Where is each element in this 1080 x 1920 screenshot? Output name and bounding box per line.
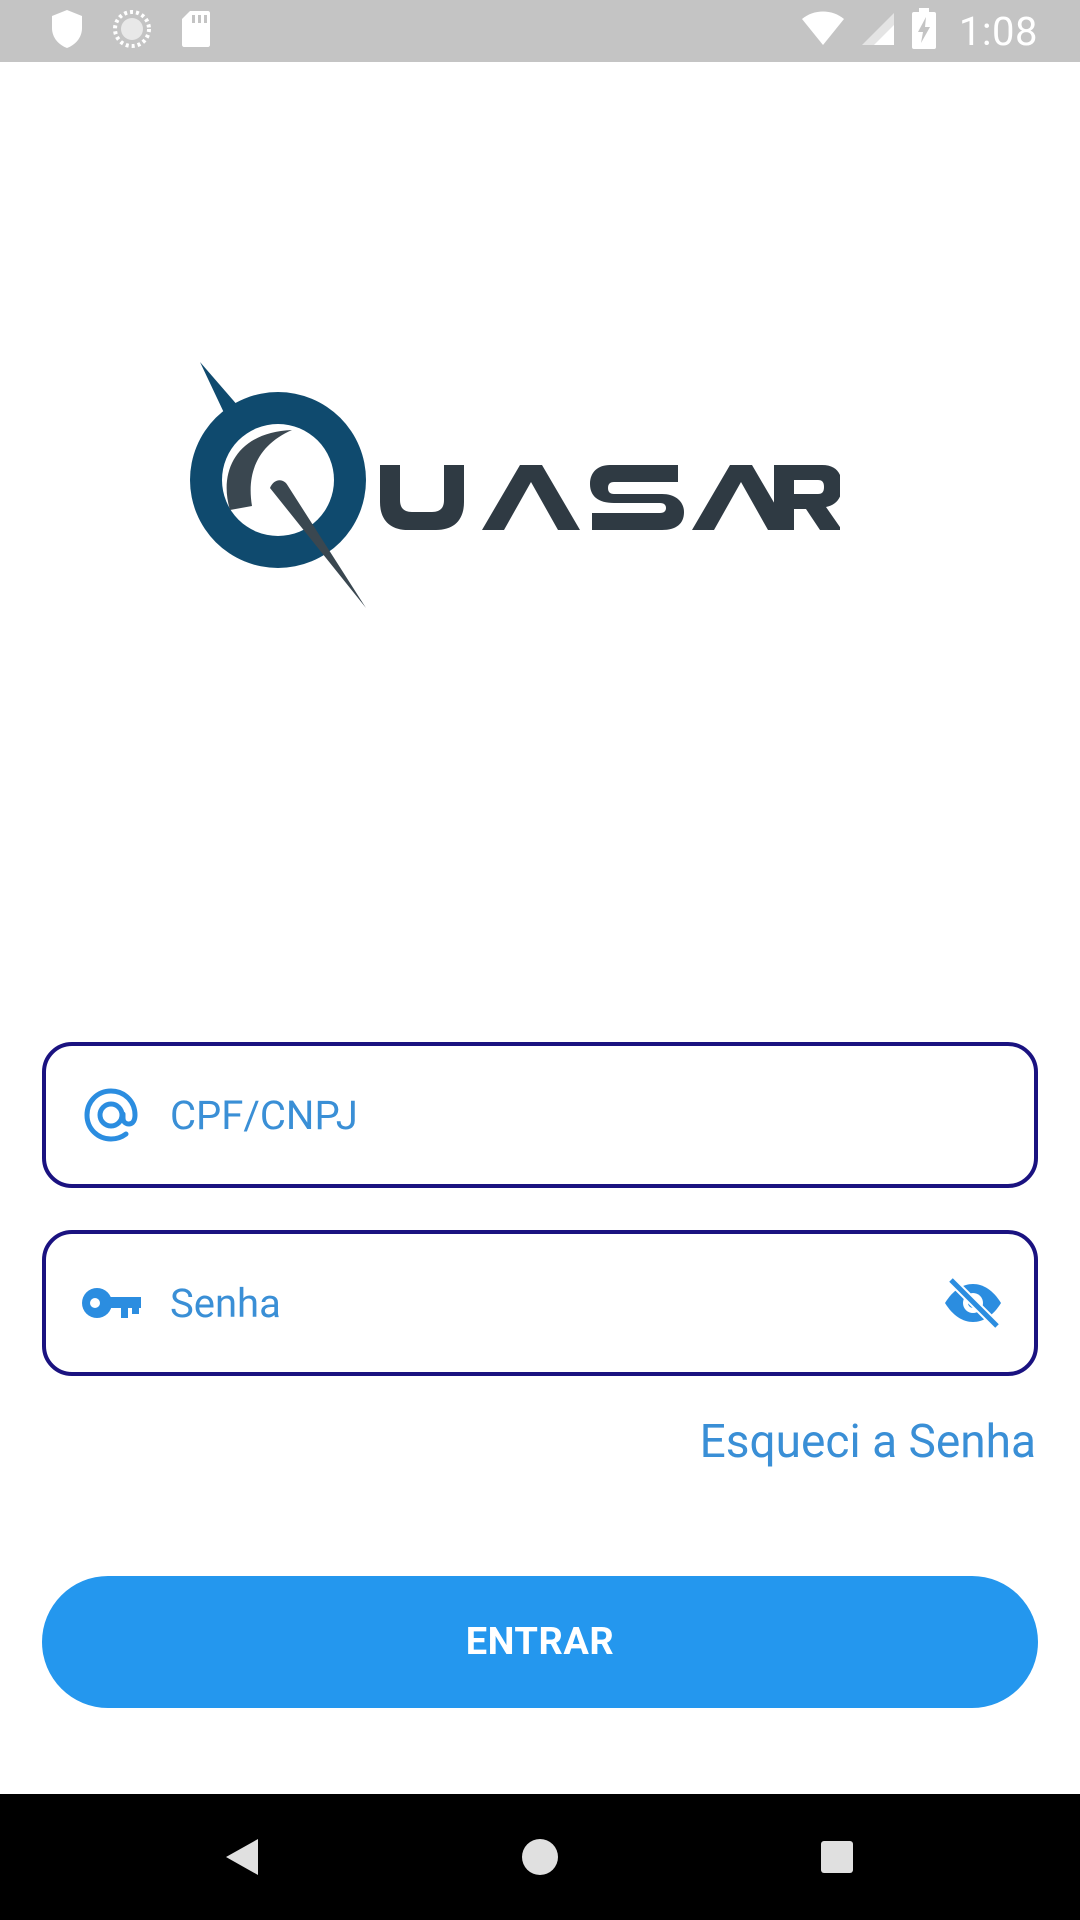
sd-card-icon [180,9,212,53]
forgot-password-link[interactable]: Esqueci a Senha [700,1415,1036,1469]
loading-circle-icon [112,9,152,53]
cpf-cnpj-input[interactable] [170,1046,1034,1184]
home-icon[interactable] [513,1830,567,1884]
status-bar: 1:08 [0,0,1080,62]
shield-icon [50,9,84,53]
navigation-bar [0,1794,1080,1920]
status-right: 1:08 [801,8,1038,55]
cpf-cnpj-field[interactable] [42,1042,1038,1188]
password-input[interactable] [170,1234,938,1372]
key-icon [76,1268,146,1338]
battery-charging-icon [911,8,937,54]
signal-icon [861,11,895,51]
at-sign-icon [76,1080,146,1150]
back-icon[interactable] [215,1830,269,1884]
status-left [50,9,212,53]
enter-button[interactable]: ENTRAR [42,1576,1038,1708]
password-field[interactable] [42,1230,1038,1376]
eye-off-icon[interactable] [938,1268,1008,1338]
recents-icon[interactable] [810,1830,864,1884]
clock: 1:08 [958,7,1038,55]
wifi-icon [801,11,845,51]
quasar-logo [190,360,842,615]
